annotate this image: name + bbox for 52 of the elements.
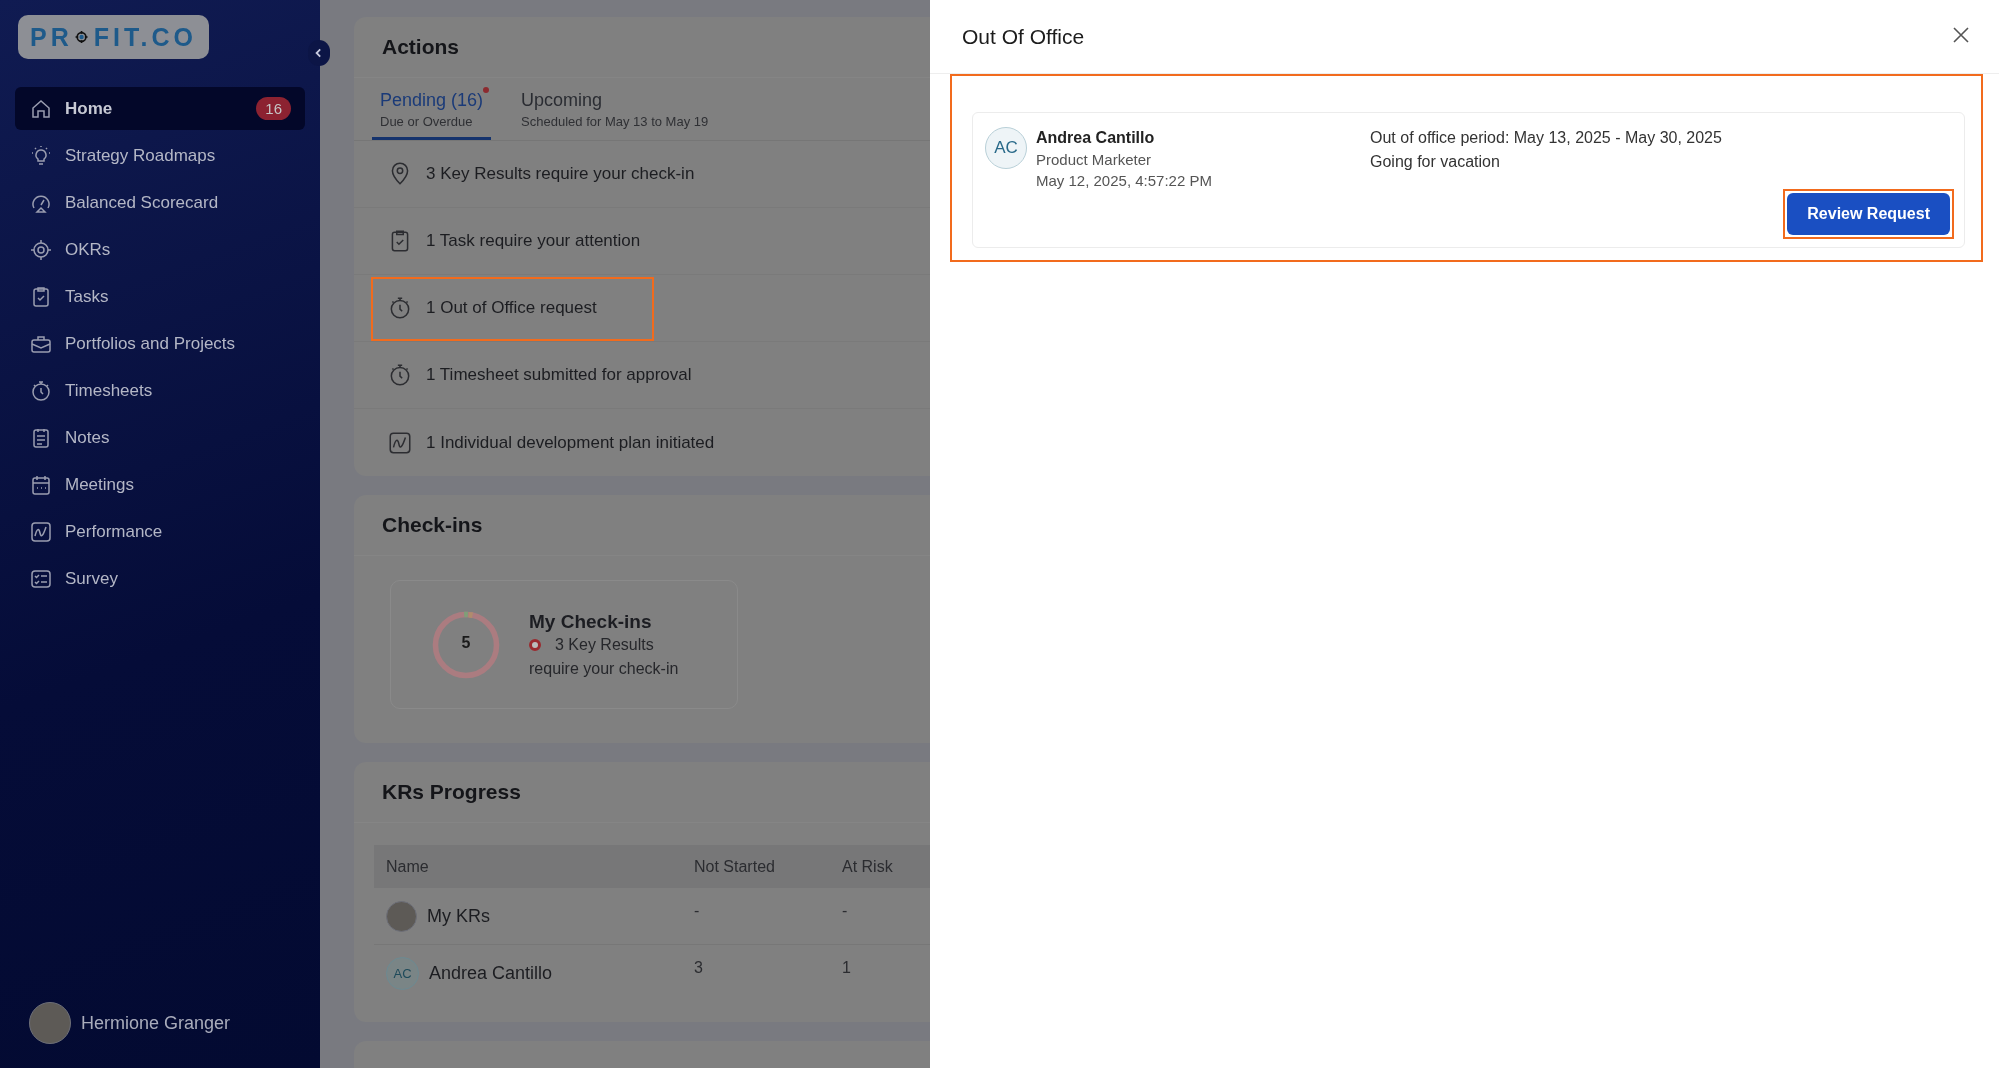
review-request-button[interactable]: Review Request <box>1787 193 1950 235</box>
target-icon <box>29 237 53 262</box>
checkin-title: My Check-ins <box>529 611 653 633</box>
logo: PR FIT.CO <box>18 15 209 59</box>
avatar-placeholder <box>29 1002 71 1044</box>
status-dot-icon <box>529 639 541 651</box>
nav-item[interactable]: Home 16 <box>15 87 305 130</box>
line-chart-icon <box>29 519 53 544</box>
stopwatch-icon <box>29 378 53 403</box>
nav-item[interactable]: Survey <box>15 557 305 600</box>
checkin-summary: 3 Key Results <box>555 636 654 654</box>
line-chart-icon <box>387 429 413 456</box>
kr-owner-link[interactable]: My KRs <box>427 905 490 927</box>
action-item[interactable]: 1 Timesheet submitted for approval <box>387 362 692 388</box>
column-header: At Risk <box>841 857 894 876</box>
tab[interactable]: Upcoming Scheduled for May 13 to May 19 <box>521 78 717 140</box>
action-item[interactable]: 3 Key Results require your check-in <box>387 161 695 187</box>
count-badge: 16 <box>256 97 291 120</box>
drawer-title: Out Of Office <box>962 24 1085 49</box>
nav-item[interactable]: Timesheets <box>15 369 305 412</box>
nav-item[interactable]: Strategy Roadmaps <box>15 134 305 177</box>
action-item[interactable]: 1 Individual development plan initiated <box>387 429 715 456</box>
table-cell-text: 3 <box>693 958 704 977</box>
request-timestamp: May 12, 2025, 4:57:22 PM <box>1036 172 1212 189</box>
table-cell-text: - <box>841 901 849 920</box>
requester-name: Andrea Cantillo <box>1036 129 1156 147</box>
ooo-period: Out of office period: May 13, 2025 - May 30, 2025 <box>1370 129 1722 147</box>
avatar-placeholder <box>386 900 417 932</box>
nav-item[interactable]: Meetings <box>15 463 305 506</box>
lightbulb-icon <box>29 143 53 168</box>
ooo-reason: Going for vacation <box>1370 153 1501 171</box>
nav-item[interactable]: Tasks <box>15 275 305 318</box>
table-cell-text: - <box>693 901 701 920</box>
action-item[interactable]: 1 Out of Office request <box>387 295 597 321</box>
column-header: Name <box>385 857 430 876</box>
avatar-initials: AC <box>985 127 1027 169</box>
kr-owner-link[interactable]: Andrea Cantillo <box>429 963 553 984</box>
checkin-card[interactable]: 5 My Check-ins 3 Key Results require your check-in <box>390 580 738 709</box>
nav-item[interactable]: Performance <box>15 510 305 553</box>
checkin-summary: require your check-in <box>529 660 679 678</box>
nav-item[interactable]: Notes <box>15 416 305 459</box>
table-cell-text: 1 <box>841 958 852 977</box>
avatar-initials: AC <box>386 957 419 990</box>
requester-role: Product Marketer <box>1036 151 1153 168</box>
user-name[interactable]: Hermione Granger <box>81 1012 231 1034</box>
collapse-button[interactable] <box>308 40 330 66</box>
nav-item[interactable]: OKRs <box>15 228 305 271</box>
column-header: Not Started <box>693 857 776 876</box>
nav-item[interactable]: Portfolios and Projects <box>15 322 305 365</box>
action-item[interactable]: 1 Task require your attention <box>387 228 641 254</box>
nav-item[interactable]: Balanced Scorecard <box>15 181 305 224</box>
checkin-count: 5 <box>460 633 472 652</box>
